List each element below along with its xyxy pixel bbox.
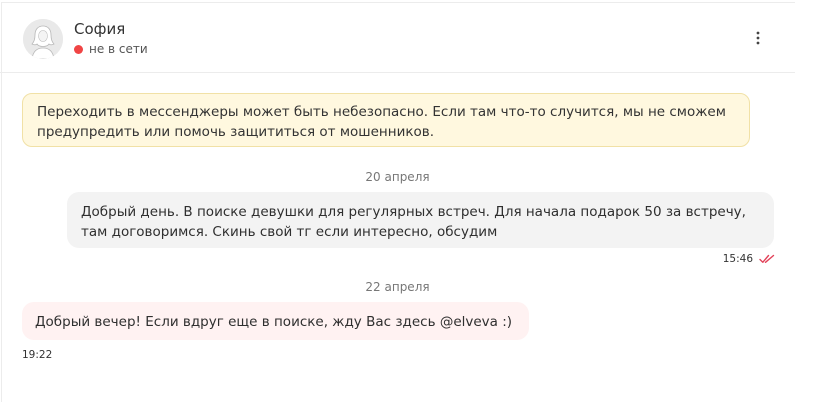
double-check-icon — [759, 254, 775, 263]
chat-header: София не в сети — [0, 0, 795, 73]
message-time: 15:46 — [722, 253, 753, 265]
message-text-line-2: там договоримся. Скинь свой тг если инте… — [81, 224, 498, 240]
message-text-line-1: Добрый день. В поиске девушки для регуля… — [81, 204, 746, 220]
date-separator: 20 апреля — [365, 170, 430, 184]
avatar[interactable] — [23, 19, 63, 59]
warning-text-line-1: Переходить в мессенджеры может быть небе… — [37, 104, 726, 120]
female-silhouette-icon — [23, 19, 63, 59]
incoming-message[interactable]: Добрый вечер! Если вдруг еще в поиске, ж… — [22, 302, 529, 340]
more-vertical-icon — [756, 31, 760, 45]
message-meta: 15:46 — [700, 253, 775, 265]
contact-name: София — [74, 20, 126, 38]
online-status: не в сети — [74, 42, 148, 56]
message-time: 19:22 — [22, 349, 53, 361]
date-separator: 22 апреля — [365, 280, 430, 294]
message-meta: 19:22 — [22, 343, 52, 362]
warning-text-line-2: предупредить или помочь защититься от мо… — [37, 124, 435, 140]
outgoing-message[interactable]: Добрый день. В поиске девушки для регуля… — [67, 192, 774, 248]
more-options-button[interactable] — [749, 28, 767, 48]
status-dot-icon — [74, 44, 83, 54]
chat-window: София не в сети Переходить в мессенджеры… — [0, 0, 813, 402]
message-text: Добрый вечер! Если вдруг еще в поиске, ж… — [35, 314, 513, 330]
safety-warning-banner: Переходить в мессенджеры может быть небе… — [22, 93, 750, 147]
status-text: не в сети — [89, 42, 148, 56]
